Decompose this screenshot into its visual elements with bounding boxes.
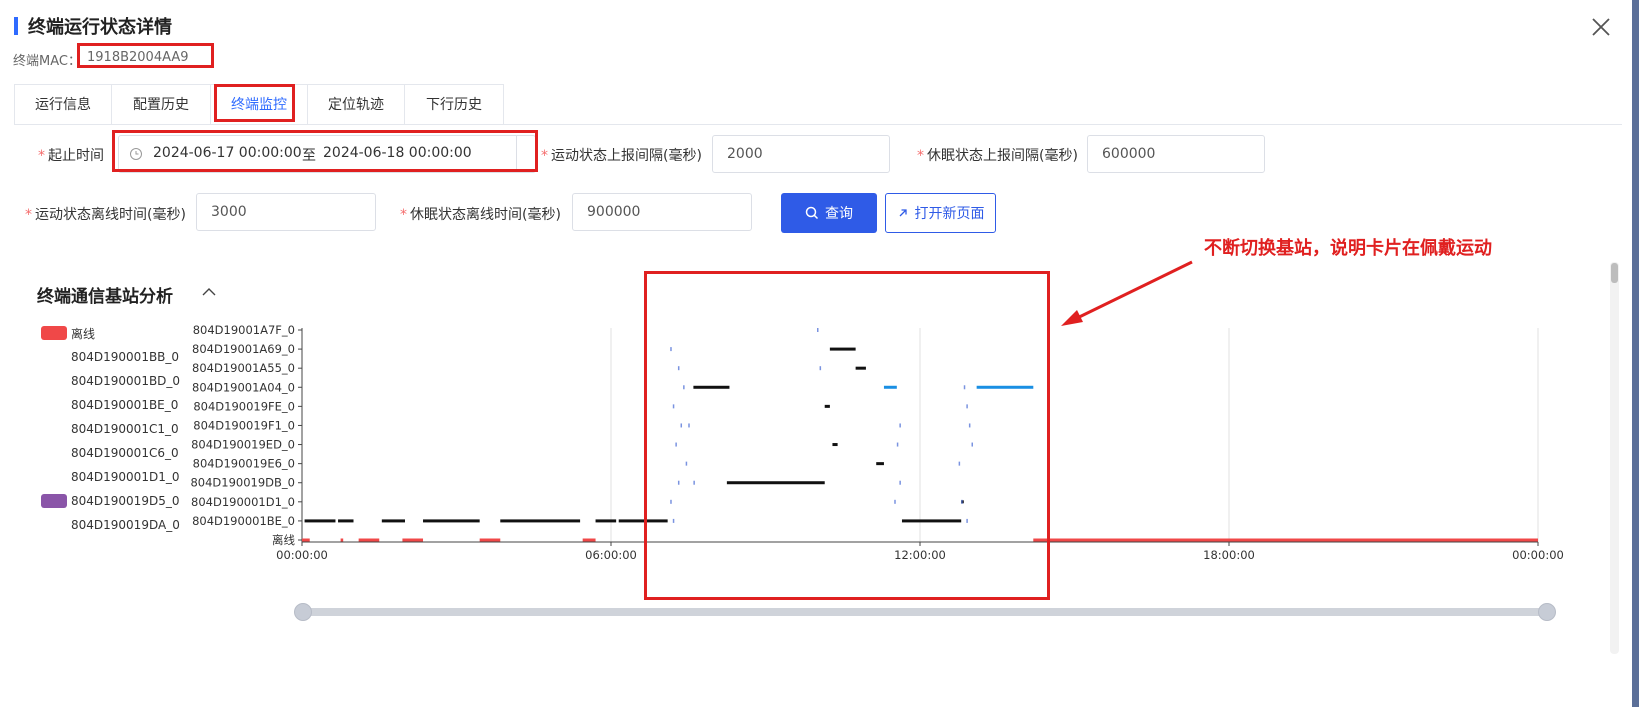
timeline-segment: [500, 519, 581, 523]
y-tick-label: 804D190019E6_0: [193, 457, 295, 471]
y-tick-label: 804D190019ED_0: [191, 438, 295, 452]
y-tick-label: 804D19001A69_0: [192, 342, 295, 356]
annotation-arrow: [1061, 260, 1193, 326]
timeline-segment: [302, 538, 310, 542]
y-tick-label: 804D19001A04_0: [192, 380, 295, 394]
zoom-slider-end-handle[interactable]: [1538, 603, 1556, 621]
y-tick-label: 804D190019FE_0: [193, 399, 295, 413]
y-tick-label: 804D190019F1_0: [193, 418, 295, 432]
y-tick-label: 804D190001D1_0: [191, 495, 295, 509]
x-tick-label: 00:00:00: [276, 548, 328, 562]
zoom-slider-start-handle[interactable]: [294, 603, 312, 621]
y-tick-label: 离线: [272, 533, 295, 547]
highlight-box-tab: [214, 84, 295, 122]
timeline-segment: [340, 538, 344, 542]
y-tick-label: 804D190001BE_0: [192, 514, 295, 528]
timeline-segment: [479, 538, 501, 542]
y-tick-label: 804D19001A55_0: [192, 361, 295, 375]
timeline-segment: [358, 538, 380, 542]
x-tick-label: 18:00:00: [1203, 548, 1255, 562]
terminal-status-dialog: 终端运行状态详情 终端MAC： 1918B2004AA9 运行信息 配置历史 终…: [0, 0, 1632, 707]
highlight-box-time-range: [112, 130, 538, 172]
timeline-segment: [595, 519, 617, 523]
highlight-box-chart-region: [644, 271, 1050, 600]
annotation-text: 不断切换基站，说明卡片在佩戴运动: [1204, 238, 1492, 259]
timeline-segment: [402, 538, 424, 542]
vertical-scrollbar[interactable]: [1610, 262, 1619, 654]
scrollbar-thumb[interactable]: [1611, 263, 1618, 283]
timeline-segment: [381, 519, 405, 523]
background-overlay-strip: [1632, 0, 1639, 707]
x-tick-label: 00:00:00: [1512, 548, 1564, 562]
timeline-segment: [338, 519, 354, 523]
timeline-segment: [304, 519, 336, 523]
x-tick-label: 06:00:00: [585, 548, 637, 562]
highlight-box-mac: [77, 43, 214, 68]
timeline-segment: [582, 538, 596, 542]
y-tick-label: 804D19001A7F_0: [193, 323, 295, 337]
timeline-segment: [1033, 538, 1538, 542]
timeline-segment: [423, 519, 480, 523]
zoom-slider-track[interactable]: [300, 608, 1548, 616]
y-tick-label: 804D190019DB_0: [190, 476, 295, 490]
